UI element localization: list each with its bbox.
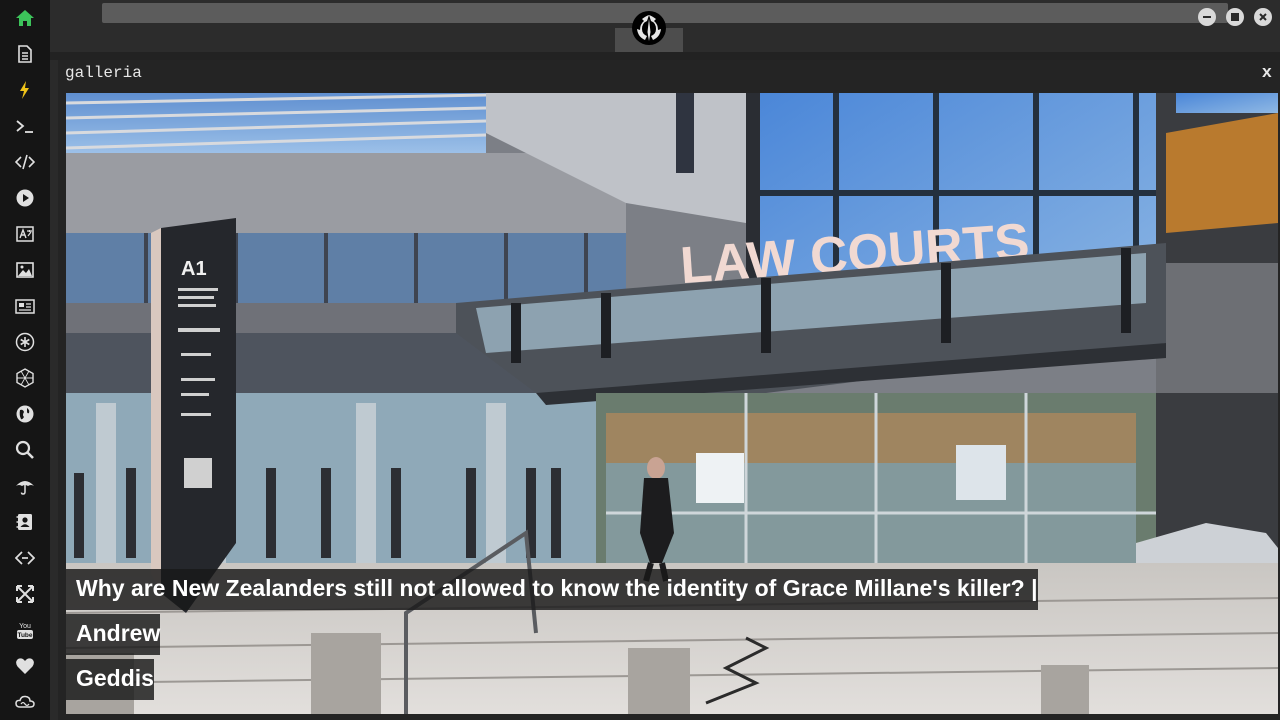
sidebar-item-contact[interactable] <box>13 510 37 534</box>
sidebar-item-lightning[interactable] <box>13 78 37 102</box>
svg-text:Tube: Tube <box>17 632 32 639</box>
globe-icon <box>16 405 34 423</box>
rebel-alliance-logo-icon <box>630 10 668 46</box>
panel-title: galleria <box>65 64 142 82</box>
close-window-button[interactable] <box>1254 8 1272 26</box>
lightning-icon <box>20 81 29 99</box>
caption-text: Why are New Zealanders still not allowed… <box>66 569 1038 700</box>
sidebar-item-cloud[interactable] <box>13 690 37 714</box>
maximize-button[interactable] <box>1226 8 1244 26</box>
heart-icon <box>16 658 34 674</box>
terminal-icon <box>16 120 33 133</box>
sidebar-item-news[interactable] <box>13 294 37 318</box>
search-icon <box>15 440 34 459</box>
sidebar-item-image[interactable] <box>13 258 37 282</box>
asterisk-icon <box>15 332 35 352</box>
minimize-icon <box>1203 16 1211 18</box>
sidebar-item-umbrella[interactable] <box>13 474 37 498</box>
expand-icon <box>16 585 34 603</box>
maximize-icon <box>1231 13 1239 21</box>
sidebar-item-favorites[interactable] <box>13 654 37 678</box>
svg-text:You: You <box>19 623 31 630</box>
code-icon <box>15 154 35 170</box>
sidebar: You Tube <box>0 0 50 720</box>
contact-card-icon <box>16 514 32 530</box>
sidebar-item-settings[interactable] <box>13 330 37 354</box>
hexagon-icon <box>16 368 34 388</box>
sidebar-item-code[interactable] <box>13 150 37 174</box>
document-icon <box>18 45 32 63</box>
image-caption: Why are New Zealanders still not allowed… <box>66 566 1096 701</box>
image-icon <box>16 262 34 278</box>
cloud-icon <box>15 695 35 708</box>
toolbar-separator <box>50 52 1280 60</box>
sidebar-item-home[interactable] <box>13 6 37 30</box>
sidebar-item-hexagon[interactable] <box>13 366 37 390</box>
play-icon <box>16 189 34 207</box>
home-icon <box>16 10 34 26</box>
sidebar-item-document[interactable] <box>13 42 37 66</box>
newspaper-icon <box>15 299 35 314</box>
sidebar-item-terminal[interactable] <box>13 114 37 138</box>
sidebar-item-youtube[interactable]: You Tube <box>13 618 37 642</box>
sidebar-item-translate[interactable] <box>13 222 37 246</box>
panel-close-button[interactable]: x <box>1262 64 1272 83</box>
close-icon <box>1259 13 1267 21</box>
sidebar-item-search[interactable] <box>13 438 37 462</box>
translate-icon <box>16 226 34 242</box>
youtube-icon: You Tube <box>17 623 33 639</box>
sign-pillar-label: A1 <box>181 258 207 280</box>
code-link-icon <box>15 551 35 565</box>
minimize-button[interactable] <box>1198 8 1216 26</box>
sidebar-item-globe[interactable] <box>13 402 37 426</box>
umbrella-icon <box>16 481 34 495</box>
sidebar-item-play[interactable] <box>13 186 37 210</box>
sidebar-item-expand[interactable] <box>13 582 37 606</box>
sidebar-item-code-link[interactable] <box>13 546 37 570</box>
